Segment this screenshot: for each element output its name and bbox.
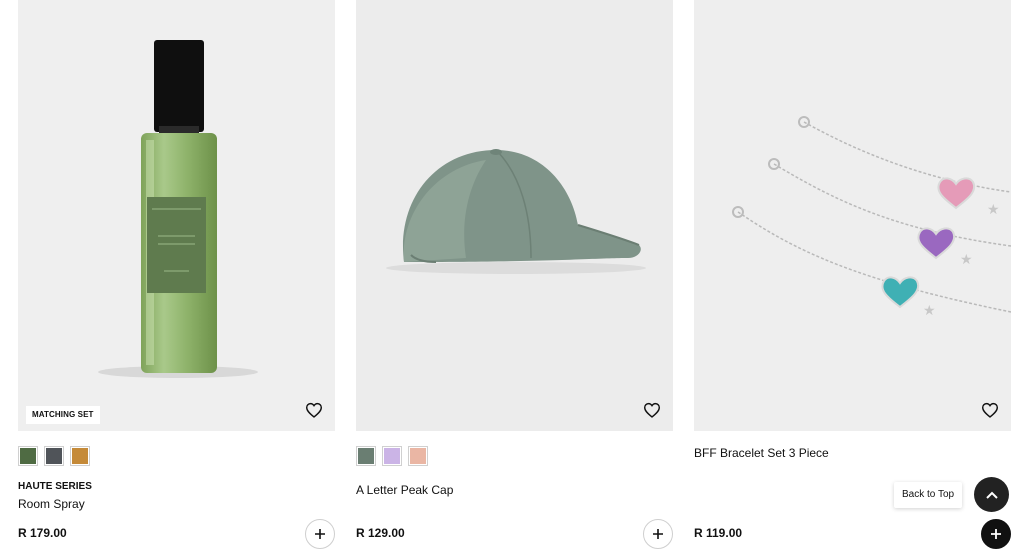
- product-brand: HAUTE SERIES: [18, 481, 92, 492]
- chevron-up-icon: [985, 491, 998, 499]
- plus-icon: [315, 529, 325, 539]
- heart-outline-icon: [643, 402, 661, 418]
- product-card[interactable]: MATCHING SET HAUTE SERIES Room Spray R 1…: [18, 0, 335, 550]
- heart-outline-icon: [981, 402, 999, 418]
- color-swatches: [356, 446, 428, 466]
- color-swatch[interactable]: [18, 446, 38, 466]
- product-card[interactable]: A Letter Peak Cap R 129.00: [356, 0, 673, 550]
- svg-text:★: ★: [923, 303, 936, 319]
- color-swatch[interactable]: [356, 446, 376, 466]
- swatch-color: [358, 448, 374, 464]
- wishlist-button[interactable]: [643, 402, 665, 424]
- color-swatch[interactable]: [44, 446, 64, 466]
- product-name[interactable]: BFF Bracelet Set 3 Piece: [694, 446, 829, 460]
- color-swatch[interactable]: [70, 446, 90, 466]
- color-swatches: [18, 446, 90, 466]
- product-image[interactable]: [356, 0, 673, 431]
- perfume-bottle-image: [98, 40, 258, 378]
- product-name[interactable]: A Letter Peak Cap: [356, 483, 453, 497]
- back-to-top-button[interactable]: [974, 477, 1009, 512]
- product-price: R 119.00: [694, 526, 743, 540]
- svg-text:★: ★: [960, 252, 973, 268]
- wishlist-button[interactable]: [981, 402, 1003, 424]
- bracelet-set-image: ★ ★ ★: [732, 116, 1011, 319]
- heart-outline-icon: [305, 402, 323, 418]
- product-price: R 179.00: [18, 526, 67, 540]
- color-swatch[interactable]: [408, 446, 428, 466]
- swatch-color: [410, 448, 426, 464]
- wishlist-button[interactable]: [305, 402, 327, 424]
- product-name[interactable]: Room Spray: [18, 497, 85, 511]
- plus-icon: [653, 529, 663, 539]
- add-to-cart-button[interactable]: [305, 519, 335, 549]
- swatch-color: [20, 448, 36, 464]
- svg-text:★: ★: [987, 202, 1000, 218]
- product-image[interactable]: MATCHING SET: [18, 0, 335, 431]
- add-to-cart-button[interactable]: [981, 519, 1011, 549]
- color-swatch[interactable]: [382, 446, 402, 466]
- matching-set-badge: MATCHING SET: [26, 406, 100, 424]
- product-price: R 129.00: [356, 526, 405, 540]
- swatch-color: [384, 448, 400, 464]
- product-card[interactable]: ★ ★ ★ BFF Bracelet Set 3 Piece R 119.00: [694, 0, 1011, 550]
- product-image[interactable]: ★ ★ ★: [694, 0, 1011, 431]
- swatch-color: [72, 448, 88, 464]
- swatch-color: [46, 448, 62, 464]
- plus-icon: [991, 529, 1001, 539]
- add-to-cart-button[interactable]: [643, 519, 673, 549]
- cap-image: [386, 149, 646, 274]
- back-to-top-tooltip: Back to Top: [894, 482, 963, 508]
